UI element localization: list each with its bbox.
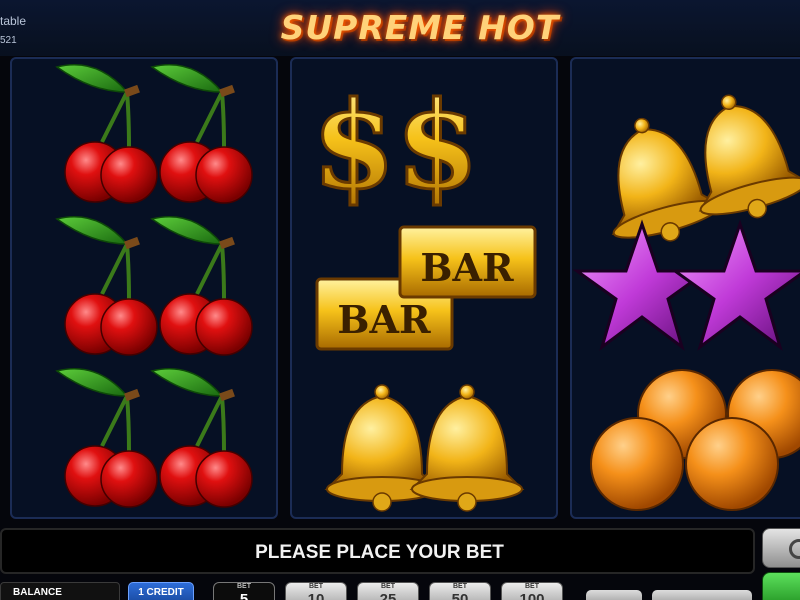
- balance-label: BALANCE: [13, 587, 62, 598]
- orange-symbol: [590, 369, 800, 511]
- bet-value: 100: [519, 591, 545, 600]
- status-message: PLEASE PLACE YOUR BET: [255, 542, 504, 563]
- bet-value: 25: [379, 591, 397, 600]
- reel-2: $$ BAR BAR: [290, 57, 558, 519]
- bet-button-5[interactable]: BET 5: [213, 582, 275, 600]
- balance-display: BALANCE: [0, 582, 120, 600]
- cherries-symbol: [57, 65, 252, 203]
- gamble-button[interactable]: [586, 590, 642, 600]
- bell-symbol: [585, 80, 800, 256]
- collect-button[interactable]: [652, 590, 752, 600]
- spin-button[interactable]: [762, 572, 800, 600]
- refresh-icon: [789, 539, 800, 559]
- cherries-symbol: [57, 217, 252, 355]
- paytable-link[interactable]: table: [0, 14, 26, 28]
- bet-label: BET: [525, 583, 539, 590]
- bet-label: BET: [237, 583, 251, 590]
- bet-button-50[interactable]: BET 50: [429, 582, 491, 600]
- bet-value: 50: [451, 591, 469, 600]
- bet-value: 10: [307, 591, 325, 600]
- bet-label: BET: [309, 583, 323, 590]
- bet-button-100[interactable]: BET 100: [501, 582, 563, 600]
- header-bar: table 521 SUPREME HOT: [0, 0, 800, 56]
- svg-text:BAR: BAR: [337, 297, 431, 342]
- star-symbol: [572, 219, 800, 351]
- message-bar: PLEASE PLACE YOUR BET: [0, 528, 755, 574]
- autoplay-button[interactable]: [762, 528, 800, 568]
- bet-label: BET: [453, 583, 467, 590]
- credit-toggle-button[interactable]: 1 CREDIT: [128, 582, 194, 600]
- credit-label: 1 CREDIT: [138, 587, 184, 598]
- bet-value: 5: [239, 591, 249, 600]
- reel-3: [570, 57, 800, 519]
- cherries-symbol: [57, 369, 252, 507]
- header-number: 521: [0, 35, 17, 46]
- bar-symbol: BAR BAR: [315, 225, 537, 351]
- reel-1: [10, 57, 278, 519]
- svg-text:BAR: BAR: [420, 245, 514, 290]
- bet-button-10[interactable]: BET 10: [285, 582, 347, 600]
- bet-button-25[interactable]: BET 25: [357, 582, 419, 600]
- game-title-logo: SUPREME HOT: [280, 8, 560, 47]
- bell-symbol: [326, 384, 523, 512]
- svg-text:$$: $$: [312, 75, 479, 216]
- bet-label: BET: [381, 583, 395, 590]
- dollar-symbol: $$: [311, 74, 481, 218]
